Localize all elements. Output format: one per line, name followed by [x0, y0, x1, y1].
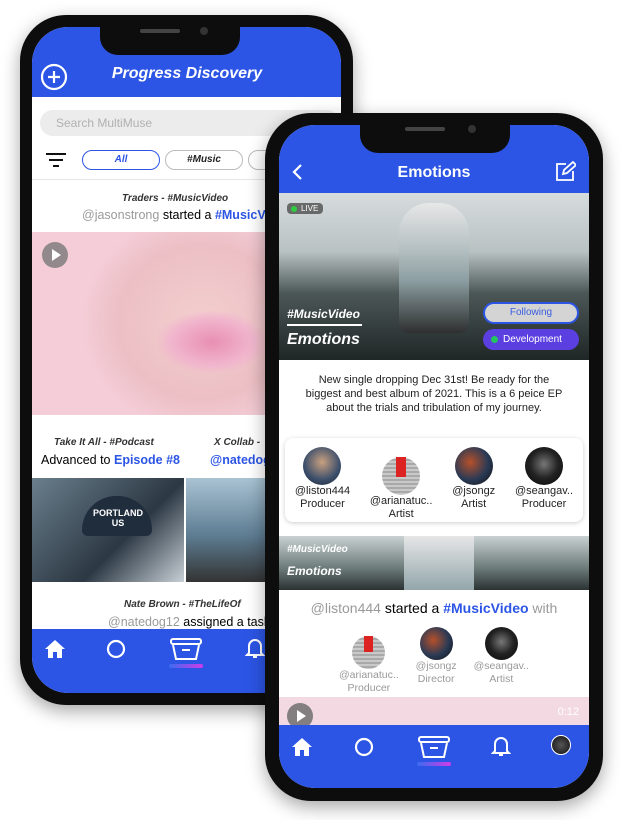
feed-action: assigned a task [183, 615, 271, 629]
circle-icon[interactable] [106, 639, 126, 659]
live-dot [291, 206, 297, 212]
filter-music[interactable]: #Music [165, 150, 243, 170]
handle: @arianatuc.. [339, 669, 399, 681]
hero-tag: #MusicVideo [287, 307, 360, 321]
activity-user[interactable]: @liston444 [311, 600, 381, 616]
feed-action: Advanced to [41, 453, 111, 467]
projects-tray-icon[interactable] [417, 735, 451, 767]
projects-tray-icon[interactable] [169, 637, 203, 669]
feed-tag[interactable]: Episode #8 [114, 453, 180, 467]
avatar [303, 447, 342, 485]
feed-user[interactable]: @jasonstrong [82, 208, 159, 222]
cap-text: PORTLAND US [93, 508, 143, 528]
role: Producer [521, 498, 567, 510]
avatar [484, 627, 518, 660]
handle: @jsongz [452, 485, 496, 497]
bell-icon[interactable] [491, 735, 511, 757]
live-label: LIVE [301, 204, 319, 213]
feed-user[interactable]: @natedog12 [108, 615, 180, 629]
activity-text: @liston444 started a #MusicVideo with [279, 600, 589, 616]
feed-text: @natedog12 assigned a task [108, 615, 270, 629]
hero-title: Emotions [287, 331, 360, 348]
edit-icon[interactable] [554, 161, 576, 183]
handle: @arianatuc.. [369, 495, 433, 507]
play-icon [52, 249, 61, 261]
circle-icon[interactable] [354, 737, 374, 757]
plus-circle-icon[interactable] [40, 63, 68, 91]
role: Producer [347, 682, 391, 694]
status-dot [491, 336, 498, 343]
avatar [419, 627, 453, 660]
feed-title: Take It All - #Podcast [54, 437, 154, 448]
handle: @jsongz [415, 660, 457, 672]
bell-icon[interactable] [245, 637, 265, 659]
avatar [525, 447, 564, 485]
role: Artist [388, 508, 414, 520]
collaborators-card: @liston444 Producer @arianatuc.. Artist @j… [285, 438, 583, 522]
activity-image[interactable]: #MusicVideo Emotions [279, 536, 589, 590]
role: Artist [461, 498, 487, 510]
feed-image-cap[interactable]: PORTLAND US [32, 478, 184, 582]
front-phone: Emotions LIVE #MusicVideo Emotions Follo… [265, 113, 603, 801]
role: Director [417, 673, 455, 685]
status-label: Development [503, 334, 562, 345]
avatar [454, 447, 493, 485]
collaborator[interactable]: @seangav.. Producer [515, 447, 573, 522]
feed-title: Traders - #MusicVideo [122, 193, 229, 204]
feed-title: X Collab - [214, 437, 261, 448]
status-badge[interactable]: Development [483, 329, 579, 350]
activity-action: started a [384, 600, 440, 616]
handle: @seangav.. [473, 660, 529, 672]
activity-members: @arianatuc.. Producer @jsongz Director @se… [339, 627, 529, 695]
video-preview[interactable]: 0:12 [279, 697, 589, 729]
play-button[interactable] [42, 242, 68, 268]
page-title: Progress Discovery [111, 65, 263, 82]
role: Producer [300, 498, 345, 510]
handle: @liston444 [294, 485, 351, 497]
filter-all[interactable]: All [82, 150, 160, 170]
avatar [352, 636, 386, 669]
member[interactable]: @arianatuc.. Producer [339, 627, 399, 695]
feed-title: Nate Brown - #TheLifeOf [124, 599, 241, 610]
handle: @seangav.. [514, 485, 574, 497]
bottom-nav [279, 725, 589, 788]
activity-title: Emotions [287, 564, 342, 578]
feed-action: started a [162, 208, 212, 222]
filter-icon[interactable] [46, 153, 66, 167]
activity-project[interactable]: #MusicVideo [443, 600, 528, 616]
video-duration: 0:12 [557, 706, 579, 718]
feed-user[interactable]: @natedog [210, 453, 271, 467]
divider [287, 324, 362, 326]
profile-avatar[interactable] [551, 735, 571, 755]
page-title: Emotions [397, 164, 471, 181]
activity-suffix: with [532, 600, 558, 616]
description: New single dropping Dec 31st! Be ready f… [305, 374, 563, 414]
front-screen: Emotions LIVE #MusicVideo Emotions Follo… [279, 125, 589, 788]
hero-image: LIVE #MusicVideo Emotions Following Deve… [279, 193, 589, 360]
collaborator[interactable]: @liston444 Producer [295, 447, 350, 522]
avatar [382, 457, 421, 495]
collaborator[interactable]: @arianatuc.. Artist [369, 447, 433, 522]
home-icon[interactable] [291, 737, 313, 757]
live-badge: LIVE [287, 203, 324, 214]
feed-text: @jasonstrong started a #MusicVi [82, 208, 269, 222]
member[interactable]: @jsongz Director [416, 627, 457, 695]
feed-text: Advanced to Episode #8 [41, 453, 180, 467]
member[interactable]: @seangav.. Artist [474, 627, 529, 695]
activity-tag: #MusicVideo [287, 544, 348, 555]
following-button[interactable]: Following [483, 302, 579, 324]
feed-tag[interactable]: #MusicVi [215, 208, 269, 222]
collaborator[interactable]: @jsongz Artist [452, 447, 495, 522]
role: Artist [489, 673, 514, 685]
home-icon[interactable] [44, 639, 66, 659]
